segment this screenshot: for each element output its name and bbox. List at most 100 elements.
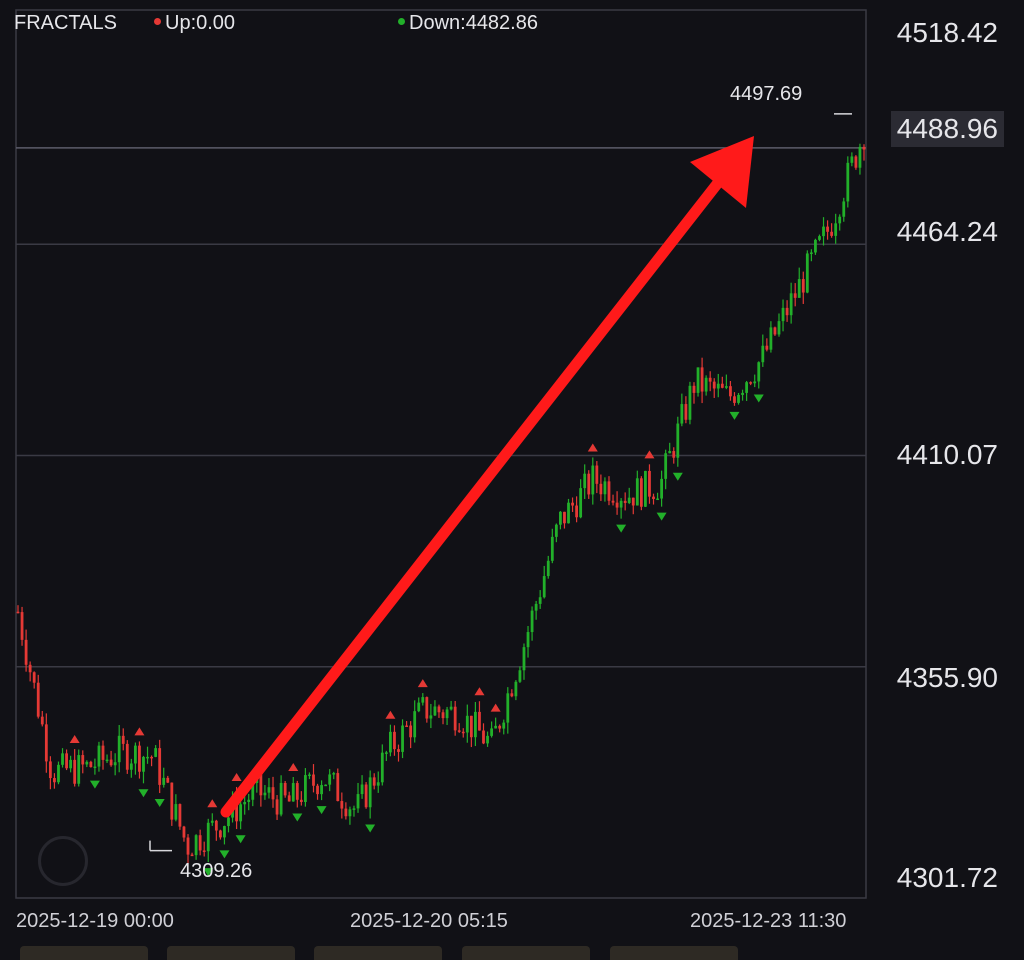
candle-body [676, 423, 680, 458]
fractal-down-marker [729, 411, 740, 420]
price-tick: 4464.24 [896, 216, 998, 247]
fractal-down-label: Down:4482.86 [409, 12, 538, 34]
low-price-label: 4309.26 [180, 860, 253, 882]
candle-body [409, 725, 413, 738]
candle-body [579, 488, 583, 518]
candle-body [417, 702, 421, 712]
candle-body [542, 576, 546, 598]
candle-body [712, 381, 716, 389]
candle-body [421, 697, 425, 703]
current-price-tag: 4488.96 [890, 111, 1004, 147]
candle-body [437, 706, 441, 713]
candle-body [138, 745, 141, 772]
candle-body [142, 756, 145, 772]
candle-body [425, 697, 429, 719]
fractal-down-marker [316, 806, 327, 815]
fractal-up-marker [385, 710, 396, 719]
candle-body [518, 670, 522, 682]
down-dot-icon [398, 18, 405, 26]
price-chart[interactable] [0, 0, 1024, 958]
candle-body [202, 850, 206, 852]
candle-body [445, 709, 449, 719]
candle-body [364, 784, 368, 808]
candle-body [93, 766, 97, 769]
candle-body [133, 745, 137, 764]
candle-body [117, 735, 121, 763]
candle-body [465, 715, 469, 733]
fractal-up-marker [231, 772, 242, 781]
candle-body [554, 524, 558, 537]
candle-body [773, 327, 777, 335]
trend-arrow-shaft [220, 164, 734, 818]
candle-body [332, 773, 336, 775]
candle-body [757, 362, 761, 382]
candle-body [785, 307, 789, 316]
candle-body [194, 835, 198, 856]
candle-body [587, 473, 591, 495]
candle-body [559, 511, 562, 525]
candle-body [530, 610, 534, 633]
candle-body [295, 783, 299, 800]
candle-body [494, 725, 498, 729]
candle-body [567, 502, 570, 524]
fractal-down-marker [753, 394, 764, 403]
fractal-down-marker [616, 524, 627, 533]
candle-body [360, 784, 364, 795]
candle-body [801, 279, 805, 293]
candle-body [271, 787, 275, 800]
candle-body [453, 706, 457, 731]
candle-body [858, 146, 862, 168]
candle-body [206, 822, 210, 852]
candle-body [474, 711, 477, 738]
candle-body [348, 809, 352, 817]
fractal-down-marker [235, 835, 246, 844]
candle-body [668, 451, 672, 454]
candle-body [32, 672, 36, 683]
candle-body [652, 496, 655, 500]
candle-body [316, 785, 319, 795]
price-tick: 4518.42 [896, 17, 998, 48]
candle-body [275, 799, 279, 815]
candle-body [198, 835, 202, 851]
candle-body [716, 383, 720, 389]
candle-body [344, 808, 348, 817]
candle-body [73, 759, 77, 784]
candle-body [166, 777, 170, 783]
candle-body [429, 715, 433, 719]
candle-body [312, 774, 315, 786]
fractal-down-marker [219, 850, 230, 859]
candle-body [619, 500, 623, 508]
candle-body [28, 664, 32, 673]
candle-body [36, 682, 40, 717]
candle-body [279, 782, 283, 815]
candle-body [324, 784, 328, 787]
candle-body [724, 386, 728, 388]
candle-body [380, 752, 384, 783]
candle-body [777, 321, 781, 335]
candle-body [797, 279, 801, 298]
fractal-up-marker [587, 443, 598, 452]
candlestick-series [16, 143, 866, 864]
candle-body [809, 252, 813, 254]
fractal-up-marker [490, 703, 501, 712]
candle-body [563, 511, 566, 524]
candle-body [53, 778, 56, 783]
candle-body [575, 505, 579, 518]
price-tick: 4355.90 [896, 662, 998, 693]
candle-body [214, 820, 218, 831]
candle-body [729, 386, 732, 397]
candle-body [389, 731, 392, 753]
candle-body [550, 536, 554, 561]
candle-body [506, 693, 510, 723]
candle-body [769, 327, 773, 350]
candle-body [490, 728, 493, 736]
candle-body [223, 826, 226, 838]
candle-body [486, 735, 489, 744]
candle-body [210, 820, 214, 823]
candle-body [761, 345, 765, 363]
candle-body [125, 743, 129, 770]
candle-body [595, 465, 599, 484]
candle-body [57, 764, 60, 783]
candle-body [303, 775, 307, 803]
candle-body [805, 253, 809, 293]
